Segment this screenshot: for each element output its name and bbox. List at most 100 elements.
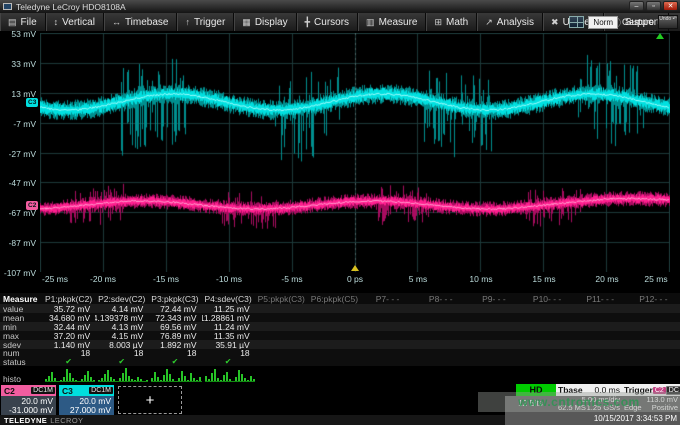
measure-cell	[627, 322, 680, 331]
menu-item-label: Cursors	[314, 17, 349, 28]
menu-item-label: Analysis	[497, 17, 534, 28]
status-check	[255, 357, 308, 366]
measure-cell	[521, 313, 574, 322]
brand-lecroy: LECROY	[50, 416, 83, 425]
measure-cell	[521, 340, 574, 349]
grid-layout-icon[interactable]	[569, 16, 584, 28]
x-tick-label: 15 ms	[532, 274, 555, 284]
y-tick-label: 53 mV	[0, 29, 36, 39]
trigger-icon: ↑	[185, 17, 190, 27]
histo-cell	[361, 366, 414, 384]
trigger-time-marker[interactable]	[351, 265, 359, 271]
measure-cell	[308, 331, 361, 340]
c2-offset: -31.000 mV	[1, 406, 53, 415]
c3-offset: 27.000 mV	[59, 406, 111, 415]
waveform-display: 53 mV33 mV13 mV-7 mV-27 mV-47 mV-67 mV-8…	[0, 31, 680, 291]
measure-cell	[627, 340, 680, 349]
measure-cell	[361, 349, 414, 357]
measure-cell	[255, 304, 308, 313]
undo-button[interactable]: Undo ↶	[658, 15, 678, 29]
measure-cell	[467, 340, 520, 349]
menu-item-display[interactable]: ▦Display	[234, 13, 296, 31]
measure-icon: ▥	[366, 17, 375, 28]
y-tick-label: -47 mV	[0, 178, 36, 188]
measure-col-header: P10- - -	[521, 293, 574, 304]
measure-cell	[414, 322, 467, 331]
c3-coupling: DC1M	[89, 387, 113, 394]
measure-cell: 18	[148, 349, 201, 357]
menu-item-math[interactable]: ⊞Math	[426, 13, 477, 31]
c2-offset-marker[interactable]: C2	[26, 201, 38, 210]
measure-cell	[361, 340, 414, 349]
measure-cell	[308, 349, 361, 357]
status-check: ✔	[95, 357, 148, 366]
c3-offset-marker[interactable]: C3	[26, 98, 38, 107]
measure-cell	[414, 304, 467, 313]
norm-dropdown[interactable]: Norm	[588, 16, 618, 29]
measure-row-label: num	[0, 349, 42, 357]
measure-cell: 4.15 mV	[95, 331, 148, 340]
measure-cell: 35.72 mV	[42, 304, 95, 313]
menu-item-timebase[interactable]: ↔Timebase	[104, 13, 178, 31]
menu-item-trigger[interactable]: ↑Trigger	[177, 13, 234, 31]
x-tick-label: 25 ms	[644, 274, 667, 284]
measure-cell	[627, 331, 680, 340]
menu-item-analysis[interactable]: ↗Analysis	[477, 13, 543, 31]
status-check	[467, 357, 520, 366]
minimize-button[interactable]: –	[629, 1, 644, 11]
trigger-level-marker[interactable]	[656, 33, 664, 39]
histo-cell	[467, 366, 520, 384]
site-watermark: www.cntronics.com	[478, 392, 680, 412]
status-check: ✔	[42, 357, 95, 366]
channel-descriptor-c2[interactable]: C2 DC1M 20.0 mV -31.000 mV	[0, 384, 57, 415]
measure-cell	[521, 349, 574, 357]
menu-item-label: Measure	[379, 17, 418, 28]
add-trace-button[interactable]: +	[118, 386, 182, 414]
measure-cell	[308, 313, 361, 322]
x-tick-label: 5 ms	[409, 274, 427, 284]
brand-bar: TELEDYNE LECROY	[0, 415, 505, 425]
histo-cell	[42, 366, 95, 384]
measure-cell	[627, 313, 680, 322]
measure-col-header: P11- - -	[574, 293, 627, 304]
menu-item-cursors[interactable]: ╋Cursors	[297, 13, 358, 31]
measure-cell	[627, 349, 680, 357]
measure-cell	[414, 331, 467, 340]
measure-cell	[255, 322, 308, 331]
measure-col-header: P2:sdev(C2)	[95, 293, 148, 304]
measure-cell: 1.140 mV	[42, 340, 95, 349]
measure-row-label: value	[0, 304, 42, 313]
measure-cell	[574, 331, 627, 340]
measure-cell	[467, 304, 520, 313]
timestamp: 10/15/2017 3:34:53 PM	[594, 414, 677, 423]
utilities-icon: ✖	[551, 17, 559, 28]
measure-cell	[467, 349, 520, 357]
y-tick-label: -27 mV	[0, 149, 36, 159]
maximize-button[interactable]: ▫	[646, 1, 661, 11]
vertical-icon: ↕	[54, 17, 59, 27]
y-tick-label: -87 mV	[0, 238, 36, 248]
window-titlebar: Teledyne LeCroy HDO8108A – ▫ ✕	[0, 0, 680, 13]
status-check: ✔	[202, 357, 255, 366]
measure-cell: 34.680 mV	[42, 313, 95, 322]
menu-item-label: Vertical	[62, 17, 95, 28]
measure-cell: 32.44 mV	[42, 322, 95, 331]
close-button[interactable]: ✕	[663, 1, 678, 11]
menu-bar: ▤File↕Vertical↔Timebase↑Trigger▦Display╋…	[0, 13, 680, 31]
menu-item-vertical[interactable]: ↕Vertical	[46, 13, 104, 31]
timebase-icon: ↔	[112, 17, 121, 27]
histo-cell	[414, 366, 467, 384]
measure-cell	[627, 304, 680, 313]
measure-cell: 35.91 µV	[202, 340, 255, 349]
waveform-canvas[interactable]	[40, 33, 670, 272]
measure-col-header: P12- - -	[627, 293, 680, 304]
measure-cell	[574, 340, 627, 349]
measure-cell	[308, 340, 361, 349]
menu-item-measure[interactable]: ▥ Measure	[358, 13, 426, 31]
gesture-label[interactable]: Gesture	[622, 17, 654, 27]
measure-cell	[361, 322, 414, 331]
status-check	[521, 357, 574, 366]
histo-cell	[521, 366, 574, 384]
measure-cell: 4.13 mV	[95, 322, 148, 331]
channel-descriptor-c3[interactable]: C3 DC1M 20.0 mV 27.000 mV	[58, 384, 115, 415]
